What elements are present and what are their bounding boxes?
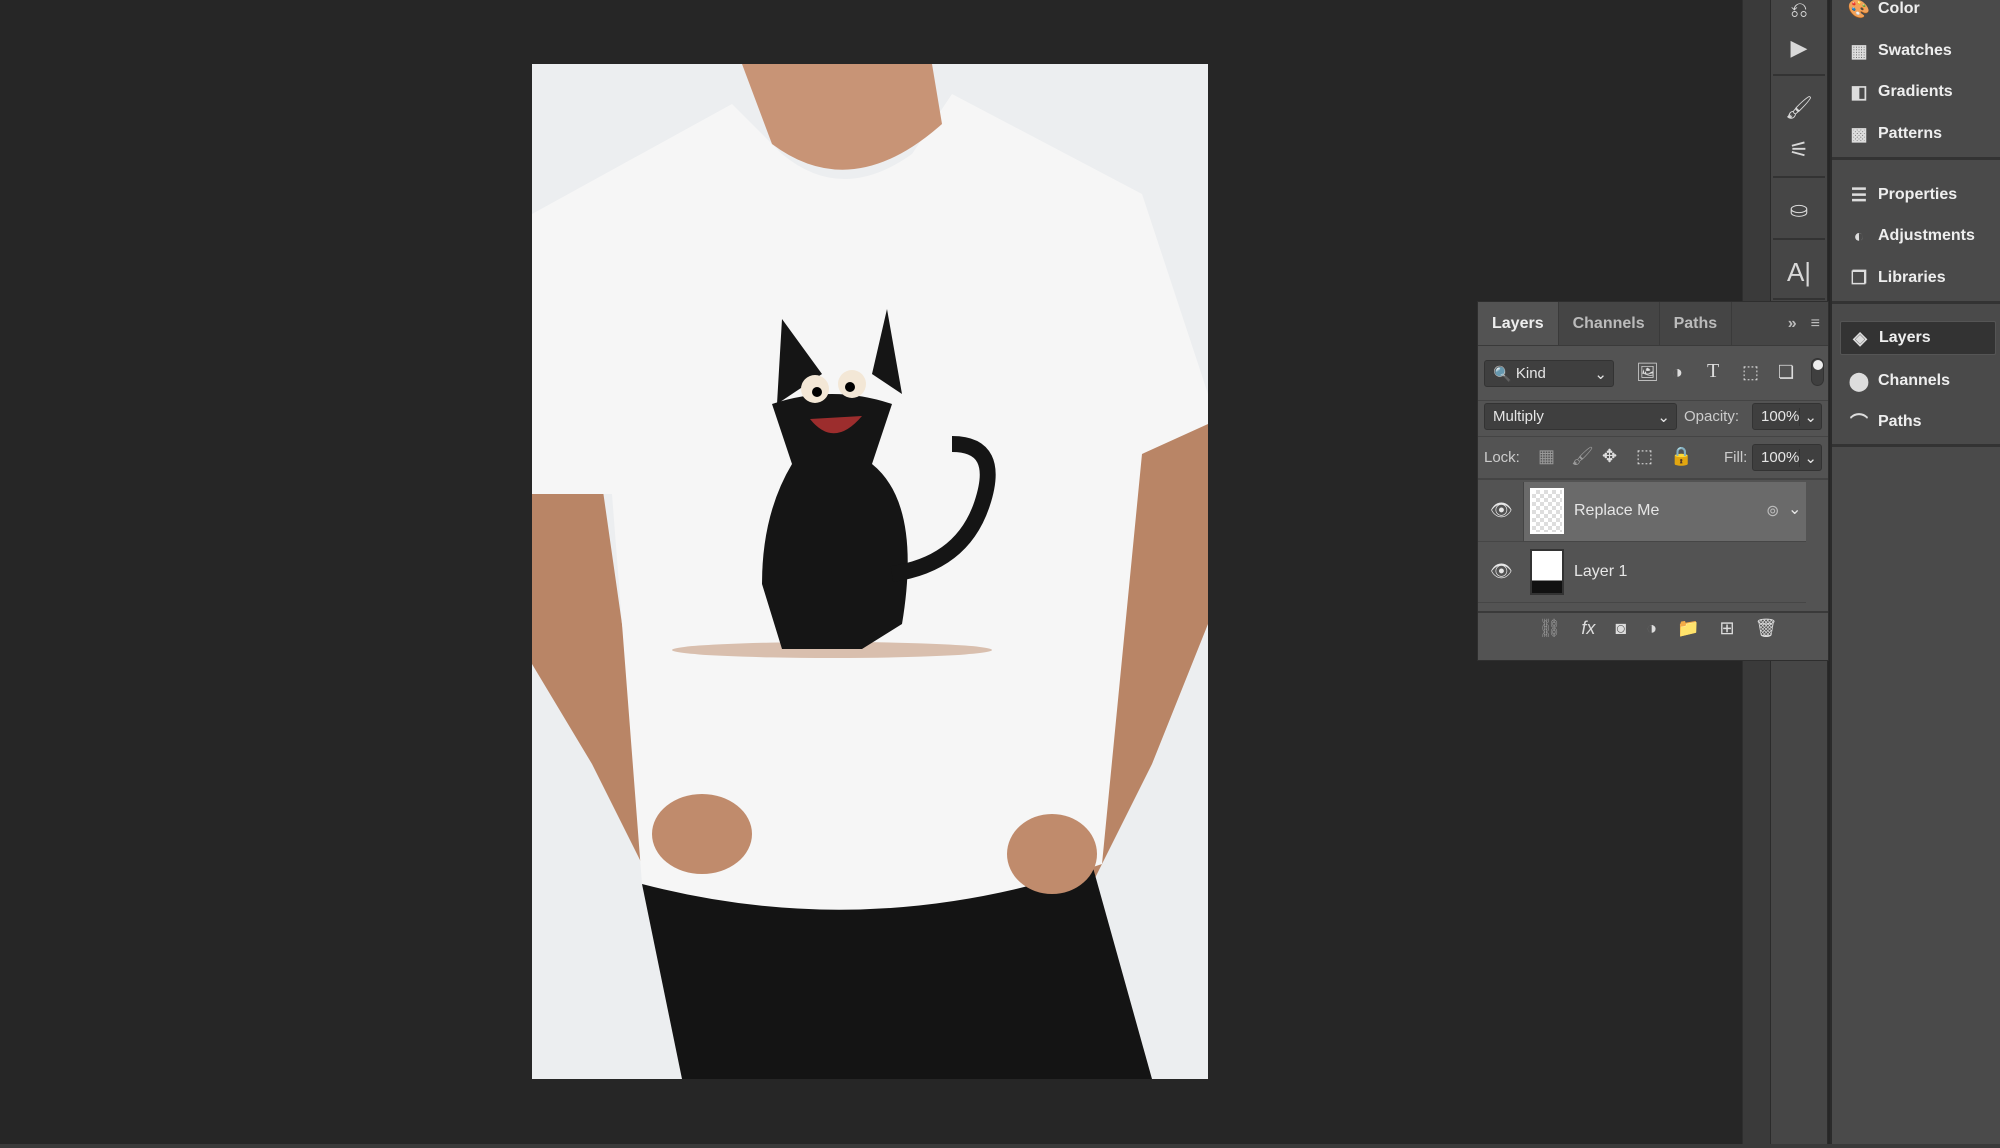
blend-mode-select[interactable]: Multiply ⌄ [1484,403,1677,430]
dock-item-properties[interactable]: ☰ Properties [1840,178,1996,212]
smart-filter-icon: ⊚ [1766,503,1780,520]
fx-icon[interactable]: fx [1581,618,1595,650]
character-icon[interactable]: A| [1771,252,1827,292]
lock-image-icon[interactable]: 🖌 [1571,446,1594,467]
paths-icon: ⌒ [1850,413,1868,433]
panel-dock: 🎨 Color ▦ Swatches ◧ Gradients ▩ Patterns ☰ P… [1830,0,2000,1148]
layers-icon: ◈ [1853,327,1867,348]
lock-position-icon[interactable]: ✥ [1602,446,1617,467]
link-layers-icon[interactable]: ⛓ [1539,618,1562,650]
chevron-down-icon[interactable]: ⌄ [1799,407,1817,426]
tab-channels[interactable]: Channels [1559,302,1660,345]
gradients-icon: ◧ [1850,81,1868,102]
brush-presets-icon[interactable]: 🖌 [1771,88,1827,128]
eye-icon: 👁 [1490,500,1513,520]
adjustment-layer-icon[interactable]: ◑ [1646,618,1657,650]
dock-item-channels[interactable]: ⬤ Channels [1840,364,1996,398]
fill-input[interactable]: 100% ⌄ [1752,444,1822,471]
layer-thumbnail [1530,549,1564,595]
swatches-icon: ▦ [1850,40,1868,61]
filter-shape-icon[interactable]: ⬚ [1742,362,1759,383]
trash-icon[interactable]: 🗑 [1755,618,1778,650]
lock-all-icon[interactable]: 🔒 [1670,446,1692,467]
dock-item-layers[interactable]: ◈ Layers [1840,321,1996,355]
layer-name[interactable]: Layer 1 [1574,563,1627,581]
filter-kind-select[interactable]: 🔍 Kind ⌄ [1484,360,1614,387]
brush-settings-icon[interactable]: ⚟ [1771,130,1827,170]
chevron-down-icon: ⌄ [1657,408,1670,426]
chevron-down-icon[interactable]: ⌄ [1799,448,1817,467]
lock-artboard-icon[interactable]: ⬚ [1636,446,1653,467]
chevron-down-icon[interactable]: ⌄ [1788,499,1801,519]
dock-item-libraries[interactable]: ❐ Libraries [1840,261,1996,295]
expand-icon[interactable]: » [1782,302,1803,345]
dock-item-patterns[interactable]: ▩ Patterns [1840,117,1996,151]
opacity-label: Opacity: [1684,408,1740,425]
lock-label: Lock: [1484,449,1520,466]
fill-label: Fill: [1724,449,1748,466]
layers-panel: Layers Channels Paths » ≡ 🔍 Kind ⌄ 🖼 ◑ T … [1477,301,1829,661]
eye-icon[interactable]: 👁 [1490,561,1513,582]
canvas-image [532,64,1208,1079]
tab-layers[interactable]: Layers [1478,302,1559,345]
layer-name[interactable]: Replace Me [1574,502,1659,520]
filter-type-icon[interactable]: T [1707,360,1719,383]
layer-row-layer-1[interactable]: 👁 [1478,543,1806,603]
status-bar [0,1144,2000,1148]
layer-thumbnail [1530,488,1564,534]
tab-paths[interactable]: Paths [1660,302,1733,345]
layer-mask-icon[interactable]: ◙ [1615,618,1626,650]
dock-item-swatches[interactable]: ▦ Swatches [1840,34,1996,68]
sliders-icon: ☰ [1850,184,1868,205]
document-canvas[interactable] [532,64,1208,1079]
panel-menu-icon[interactable]: ≡ [1803,302,1828,345]
filter-toggle[interactable] [1811,358,1824,386]
palette-icon: 🎨 [1847,0,1871,19]
lock-transparent-icon[interactable]: ▦ [1538,446,1555,467]
adjustments-icon: ◐ [1853,225,1865,246]
dock-item-paths[interactable]: ⌒ Paths [1840,405,1996,439]
chevron-down-icon: ⌄ [1594,365,1607,383]
group-folder-icon[interactable]: 📁 [1677,618,1699,650]
history-icon[interactable]: ⎌ [1771,0,1827,30]
channels-icon: ⬤ [1848,370,1870,391]
visibility-toggle[interactable]: 👁 [1478,482,1524,542]
filter-smart-object-icon[interactable]: ❏ [1778,362,1794,383]
dock-item-adjustments[interactable]: ◐ Adjustments [1840,219,1996,253]
filter-pixel-icon[interactable]: 🖼 [1636,362,1659,383]
search-icon: 🔍 [1493,365,1516,383]
filter-adjustment-icon[interactable]: ◑ [1672,362,1683,383]
dock-item-color[interactable]: 🎨 Color [1840,0,1996,26]
libraries-icon: ❐ [1850,267,1868,288]
new-layer-icon[interactable]: ⊞ [1720,618,1735,650]
patterns-icon: ▩ [1850,123,1868,144]
play-action-icon[interactable]: ▶ [1771,28,1827,68]
opacity-input[interactable]: 100% ⌄ [1752,403,1822,430]
layer-row-replace-me[interactable] [1524,482,1806,542]
dock-item-gradients[interactable]: ◧ Gradients [1840,75,1996,109]
clone-source-icon[interactable]: ⛀ [1771,190,1827,230]
